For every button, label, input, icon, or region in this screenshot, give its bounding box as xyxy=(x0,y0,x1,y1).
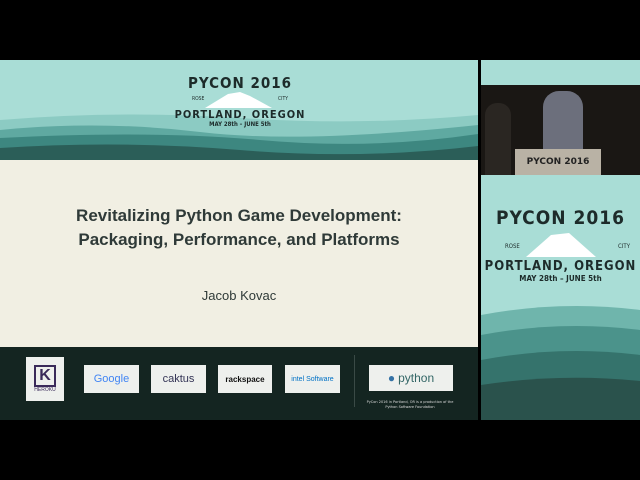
logo-dates: MAY 28th – JUNE 5th xyxy=(209,121,271,128)
python-logo-icon: ● xyxy=(387,371,396,385)
presentation-slide: PYCON 2016 ROSE CITY PORTLAND, OREGON MA… xyxy=(0,60,478,420)
pycon-logo: PYCON 2016 ROSE CITY PORTLAND, OREGON MA… xyxy=(170,74,310,128)
side-logo-rose: ROSE xyxy=(505,243,520,250)
side-logo-title: PYCON 2016 xyxy=(495,207,626,229)
logo-rose: ROSE xyxy=(192,96,205,102)
sponsor-heroku: K HEROKU xyxy=(26,357,64,401)
psf-footnote: PyCon 2016 in Portland, OR is a producti… xyxy=(366,400,454,409)
title-line-1: Revitalizing Python Game Development: xyxy=(76,206,402,225)
title-line-2: Packaging, Performance, and Platforms xyxy=(78,230,400,249)
sponsor-google: Google xyxy=(84,365,139,393)
sponsor-bar: K HEROKU Google caktus rackspace intel So… xyxy=(0,347,478,420)
sponsor-label: python xyxy=(398,371,435,385)
speaker-camera: PYCON 2016 xyxy=(481,85,640,175)
slide-author: Jacob Kovac xyxy=(201,288,277,303)
logo-title: PYCON 2016 xyxy=(187,74,293,92)
person-left xyxy=(485,103,511,175)
side-logo-dates: MAY 28th – JUNE 5th xyxy=(519,274,602,283)
sponsor-intel: intel Software xyxy=(285,365,340,393)
logo-location: PORTLAND, OREGON xyxy=(174,108,306,121)
side-logo-city: CITY xyxy=(618,243,630,250)
side-logo-panel: PYCON 2016 ROSE CITY PORTLAND, OREGON MA… xyxy=(481,175,640,420)
sponsor-caktus: caktus xyxy=(151,365,206,393)
top-strip xyxy=(481,60,640,85)
logo-city: CITY xyxy=(278,96,288,102)
slide-banner: PYCON 2016 ROSE CITY PORTLAND, OREGON MA… xyxy=(0,60,478,160)
slide-title: Revitalizing Python Game Development: Pa… xyxy=(0,204,478,252)
sponsor-rackspace: rackspace xyxy=(218,365,272,393)
sponsor-psf: ● python xyxy=(369,365,453,391)
side-pycon-logo: PYCON 2016 ROSE CITY PORTLAND, OREGON MA… xyxy=(481,207,640,283)
divider xyxy=(354,355,355,407)
side-logo-location: PORTLAND, OREGON xyxy=(484,259,637,274)
podium: PYCON 2016 xyxy=(515,149,601,175)
sponsor-label: HEROKU xyxy=(34,387,56,393)
